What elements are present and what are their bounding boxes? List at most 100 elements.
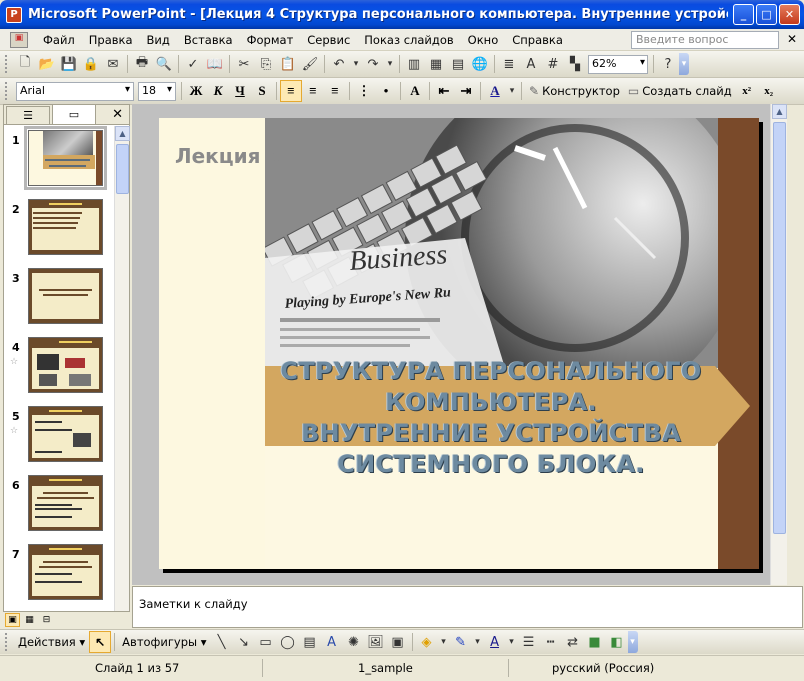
slide-show-view-icon[interactable]: ⊟ [39, 613, 54, 627]
pane-close-icon[interactable]: ✕ [112, 107, 123, 122]
underline-button[interactable]: Ч [229, 80, 251, 102]
shadow-button[interactable]: S [251, 80, 273, 102]
slide-sorter-view-icon[interactable]: ▦ [22, 613, 37, 627]
undo-icon[interactable]: ↶ [328, 53, 350, 75]
menu-insert[interactable]: Вставка [177, 33, 240, 47]
actions-menu[interactable]: Действия ▾ [14, 631, 89, 653]
slide-thumbnail[interactable] [28, 475, 103, 531]
expand-all-icon[interactable]: ≣ [498, 53, 520, 75]
font-color-dropdown-icon[interactable]: ▾ [506, 80, 518, 102]
research-icon[interactable]: 📖 [204, 53, 226, 75]
save-icon[interactable]: 💾 [58, 53, 80, 75]
slide-title[interactable]: СТРУКТУРА ПЕРСОНАЛЬНОГО КОМПЬЮТЕРА. ВНУТ… [251, 356, 731, 480]
slide-thumbnail[interactable] [24, 126, 107, 190]
diagram-icon[interactable]: ✺ [343, 631, 365, 653]
toolbar-options-icon[interactable]: ▾ [627, 631, 638, 653]
menu-close-icon[interactable]: ✕ [787, 32, 797, 46]
font-select[interactable]: Arial [16, 81, 134, 101]
decrease-indent-icon[interactable]: ⇤ [433, 80, 455, 102]
menu-view[interactable]: Вид [140, 33, 177, 47]
new-icon[interactable]: 🗋 [14, 53, 36, 75]
spelling-icon[interactable]: ✓ [182, 53, 204, 75]
fill-color-dropdown-icon[interactable]: ▾ [438, 631, 450, 653]
insert-table-icon[interactable]: ▦ [425, 53, 447, 75]
slide-thumb-row[interactable]: 2 [4, 195, 116, 264]
line-color-icon[interactable]: ✎ [450, 631, 472, 653]
arrow-style-icon[interactable]: ⇄ [562, 631, 584, 653]
slide-thumb-row[interactable]: 3 [4, 264, 116, 333]
slide-thumbnail[interactable] [28, 337, 103, 393]
lecture-label[interactable]: Лекция 4 [175, 144, 281, 168]
3d-style-icon[interactable]: ◧ [606, 631, 628, 653]
tab-slides[interactable]: ▭ [52, 104, 96, 124]
menu-format[interactable]: Формат [240, 33, 301, 47]
close-button[interactable]: ✕ [779, 4, 800, 25]
bold-button[interactable]: Ж [185, 80, 207, 102]
toolbar-grip[interactable] [5, 55, 9, 73]
clipart-icon[interactable]: 🖼 [365, 631, 387, 653]
tab-outline[interactable]: ☰ [6, 106, 50, 124]
slide-thumb-row[interactable]: 6 [4, 471, 116, 540]
menu-tools[interactable]: Сервис [300, 33, 357, 47]
designer-button[interactable]: ✎ Конструктор [525, 80, 624, 102]
undo-dropdown-icon[interactable]: ▾ [350, 53, 362, 75]
superscript-icon[interactable]: x² [736, 80, 758, 102]
textbox-icon[interactable]: ▤ [299, 631, 321, 653]
wordart-icon[interactable]: A [321, 631, 343, 653]
shadow-style-icon[interactable]: ■ [584, 631, 606, 653]
slides-pane-scrollbar[interactable]: ▲ [114, 126, 130, 611]
permission-icon[interactable]: 🔒 [80, 53, 102, 75]
open-icon[interactable]: 📂 [36, 53, 58, 75]
slide-vertical-scrollbar[interactable]: ▲ [770, 104, 787, 585]
print-preview-icon[interactable]: 🔍 [153, 53, 175, 75]
select-pointer-icon[interactable]: ↖ [89, 631, 112, 653]
numbering-icon[interactable]: ⋮ [353, 80, 375, 102]
color-grayscale-icon[interactable]: ▚ [564, 53, 586, 75]
slide-thumb-row[interactable]: 4 ☆ [4, 333, 116, 402]
slide-thumbnail[interactable] [28, 199, 103, 255]
powerpoint-app-icon[interactable]: P [6, 6, 22, 23]
dash-style-icon[interactable]: ┅ [540, 631, 562, 653]
help-search-input[interactable]: Введите вопрос [631, 31, 779, 49]
menu-file[interactable]: Файл [36, 33, 82, 47]
align-left-icon[interactable]: ≡ [280, 80, 302, 102]
redo-icon[interactable]: ↷ [362, 53, 384, 75]
slide-thumb-row[interactable]: 5 ☆ [4, 402, 116, 471]
grid-icon[interactable]: # [542, 53, 564, 75]
tables-borders-icon[interactable]: ▤ [447, 53, 469, 75]
current-slide[interactable]: Business Playing by Europe's New Ru Лекц… [159, 118, 759, 569]
align-center-icon[interactable]: ≡ [302, 80, 324, 102]
maximize-button[interactable]: □ [756, 4, 777, 25]
format-painter-icon[interactable]: 🖌 [299, 53, 321, 75]
document-icon[interactable]: ▣ [10, 31, 28, 48]
minimize-button[interactable]: _ [733, 4, 754, 25]
toolbar-grip[interactable] [5, 633, 9, 651]
insert-chart-icon[interactable]: ▥ [403, 53, 425, 75]
scroll-up-icon[interactable]: ▲ [115, 126, 130, 141]
show-formatting-icon[interactable]: A [520, 53, 542, 75]
help-icon[interactable]: ? [657, 53, 679, 75]
slide-thumb-row[interactable]: 7 [4, 540, 116, 609]
increase-indent-icon[interactable]: ⇥ [455, 80, 477, 102]
line-color-dropdown-icon[interactable]: ▾ [472, 631, 484, 653]
language-indicator[interactable]: русский (Россия) [552, 661, 654, 675]
hyperlink-icon[interactable]: 🌐 [469, 53, 491, 75]
scroll-thumb[interactable] [773, 122, 786, 534]
fill-color-icon[interactable]: ◈ [416, 631, 438, 653]
cut-icon[interactable]: ✂ [233, 53, 255, 75]
slide-thumb-row[interactable]: 1 [4, 126, 116, 195]
slide-thumbnail[interactable] [28, 544, 103, 600]
bullets-icon[interactable]: • [375, 80, 397, 102]
new-slide-button[interactable]: ▭ Создать слайд [624, 80, 736, 102]
toolbar-grip[interactable] [5, 82, 9, 100]
zoom-select[interactable]: 62% [588, 54, 648, 74]
paste-icon[interactable]: 📋 [277, 53, 299, 75]
menu-window[interactable]: Окно [461, 33, 506, 47]
menu-help[interactable]: Справка [505, 33, 570, 47]
rectangle-icon[interactable]: ▭ [255, 631, 277, 653]
italic-button[interactable]: К [207, 80, 229, 102]
normal-view-icon[interactable]: ▣ [5, 613, 20, 627]
oval-icon[interactable]: ◯ [277, 631, 299, 653]
copy-icon[interactable]: ⎘ [255, 53, 277, 75]
menu-edit[interactable]: Правка [82, 33, 140, 47]
